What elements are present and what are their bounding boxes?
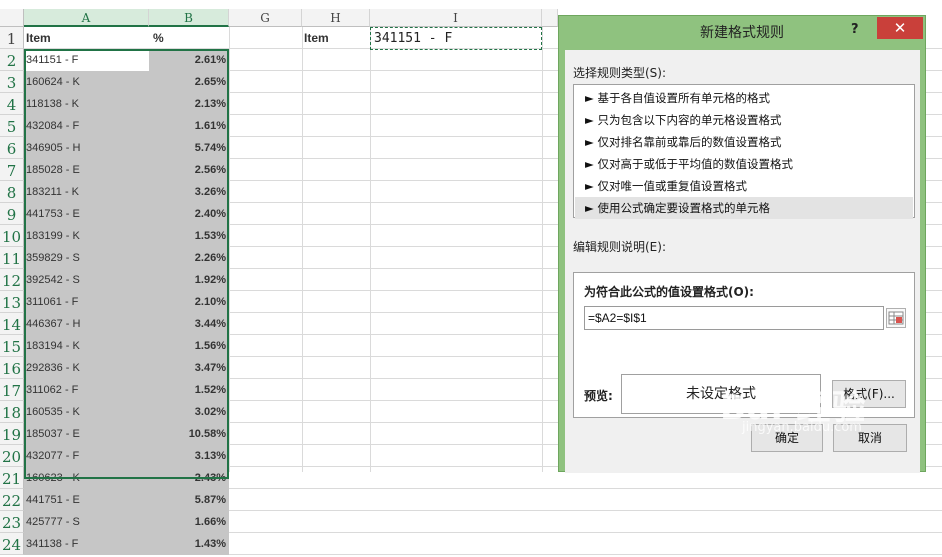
help-button[interactable]: ? xyxy=(851,22,859,37)
cell-percent[interactable]: 2.43% xyxy=(149,467,229,489)
cell-a1[interactable]: Item xyxy=(24,27,149,49)
column-header-h[interactable]: H xyxy=(302,9,370,27)
cell-item[interactable]: 446367 - H xyxy=(24,313,149,335)
cell-i1-copy-marquee[interactable]: 341151 - F xyxy=(370,27,542,50)
edit-rule-label: 编辑规则说明(E): xyxy=(573,240,666,254)
rule-type-item[interactable]: ► 仅对高于或低于平均值的数值设置格式 xyxy=(575,153,913,175)
row-header[interactable]: 13 xyxy=(0,291,24,313)
cell-percent[interactable]: 1.61% xyxy=(149,115,229,137)
cell-item[interactable]: 185037 - E xyxy=(24,423,149,445)
cell-percent[interactable]: 3.02% xyxy=(149,401,229,423)
cell-item[interactable]: 341151 - F xyxy=(24,49,149,71)
row-header[interactable]: 10 xyxy=(0,225,24,247)
row-header[interactable]: 24 xyxy=(0,533,24,555)
row-header[interactable]: 21 xyxy=(0,467,24,489)
rule-type-list[interactable]: ► 基于各自值设置所有单元格的格式 ► 只为包含以下内容的单元格设置格式 ► 仅… xyxy=(573,84,915,219)
rule-type-item[interactable]: ► 仅对排名靠前或靠后的数值设置格式 xyxy=(575,131,913,153)
cell-item[interactable]: 311061 - F xyxy=(24,291,149,313)
column-header-g[interactable]: G xyxy=(229,9,302,27)
cell-percent[interactable]: 2.40% xyxy=(149,203,229,225)
cell-item[interactable]: 160535 - K xyxy=(24,401,149,423)
cell-item[interactable]: 118138 - K xyxy=(24,93,149,115)
row-header[interactable]: 17 xyxy=(0,379,24,401)
cell-percent[interactable]: 5.87% xyxy=(149,489,229,511)
cell-percent[interactable]: 3.13% xyxy=(149,445,229,467)
cell-item[interactable]: 292836 - K xyxy=(24,357,149,379)
cell-percent[interactable]: 1.43% xyxy=(149,533,229,555)
formula-label: 为符合此公式的值设置格式(O): xyxy=(584,285,754,299)
cell-item[interactable]: 160624 - K xyxy=(24,71,149,93)
row-header[interactable]: 22 xyxy=(0,489,24,511)
row-header[interactable]: 11 xyxy=(0,247,24,269)
cell-percent[interactable]: 10.58% xyxy=(149,423,229,445)
cell-item[interactable]: 183211 - K xyxy=(24,181,149,203)
row-header[interactable]: 9 xyxy=(0,203,24,225)
cell-item[interactable]: 185028 - E xyxy=(24,159,149,181)
cell-percent[interactable]: 3.47% xyxy=(149,357,229,379)
preview-label: 预览: xyxy=(584,389,613,403)
cell-b1[interactable]: % xyxy=(149,27,229,49)
cell-item[interactable]: 432077 - F xyxy=(24,445,149,467)
cell-item[interactable]: 183194 - K xyxy=(24,335,149,357)
cell-item[interactable]: 392542 - S xyxy=(24,269,149,291)
row-header[interactable]: 12 xyxy=(0,269,24,291)
cell-percent[interactable]: 2.10% xyxy=(149,291,229,313)
cell-item[interactable]: 441753 - E xyxy=(24,203,149,225)
cell-item[interactable]: 359829 - S xyxy=(24,247,149,269)
row-header[interactable]: 5 xyxy=(0,115,24,137)
cell-percent[interactable]: 1.53% xyxy=(149,225,229,247)
row-header[interactable]: 16 xyxy=(0,357,24,379)
rule-type-item[interactable]: ► 只为包含以下内容的单元格设置格式 xyxy=(575,109,913,131)
row-header[interactable]: 1 xyxy=(0,27,24,49)
select-all-corner[interactable] xyxy=(0,9,24,27)
column-header-i[interactable]: I xyxy=(370,9,542,27)
rule-type-item[interactable]: ► 仅对唯一值或重复值设置格式 xyxy=(575,175,913,197)
row-header[interactable]: 23 xyxy=(0,511,24,533)
row-header[interactable]: 4 xyxy=(0,93,24,115)
cell-percent[interactable]: 3.26% xyxy=(149,181,229,203)
cell-percent[interactable]: 2.65% xyxy=(149,71,229,93)
cell-item[interactable]: 425777 - S xyxy=(24,511,149,533)
baidu-watermark-url: jingyan.baidu.com xyxy=(742,420,862,435)
range-select-icon[interactable] xyxy=(886,308,906,328)
row-header[interactable]: 3 xyxy=(0,71,24,93)
column-header-b[interactable]: B xyxy=(149,9,229,27)
column-header-l[interactable] xyxy=(542,9,558,27)
cell-percent[interactable]: 1.52% xyxy=(149,379,229,401)
cell-percent[interactable]: 2.26% xyxy=(149,247,229,269)
cell-item[interactable]: 183199 - K xyxy=(24,225,149,247)
cell-percent[interactable]: 1.66% xyxy=(149,511,229,533)
cell-percent[interactable]: 5.74% xyxy=(149,137,229,159)
cell-item[interactable]: 441751 - E xyxy=(24,489,149,511)
cell-percent[interactable]: 3.44% xyxy=(149,313,229,335)
rule-type-item-selected[interactable]: ► 使用公式确定要设置格式的单元格 xyxy=(575,197,913,219)
cell-item[interactable]: 432084 - F xyxy=(24,115,149,137)
cell-percent[interactable]: 1.56% xyxy=(149,335,229,357)
cell-item[interactable]: 346905 - H xyxy=(24,137,149,159)
close-button[interactable]: ✕ xyxy=(877,17,923,39)
row-header[interactable]: 2 xyxy=(0,49,24,71)
formula-input[interactable]: =$A2=$I$1 xyxy=(584,306,884,330)
row-header[interactable]: 19 xyxy=(0,423,24,445)
row-header[interactable]: 15 xyxy=(0,335,24,357)
rule-type-label: 选择规则类型(S): xyxy=(573,66,667,80)
cell-h1[interactable]: Item xyxy=(302,27,370,49)
row-header[interactable]: 20 xyxy=(0,445,24,467)
cell-percent[interactable]: 2.61% xyxy=(149,49,229,71)
cell-percent[interactable]: 2.56% xyxy=(149,159,229,181)
rule-type-item[interactable]: ► 基于各自值设置所有单元格的格式 xyxy=(575,87,913,109)
cell-percent[interactable]: 2.13% xyxy=(149,93,229,115)
column-header-a[interactable]: A xyxy=(24,9,149,27)
row-header[interactable]: 6 xyxy=(0,137,24,159)
row-header[interactable]: 14 xyxy=(0,313,24,335)
cell-item[interactable]: 160623 - K xyxy=(24,467,149,489)
cell-item[interactable]: 341138 - F xyxy=(24,533,149,555)
cell-item[interactable]: 311062 - F xyxy=(24,379,149,401)
row-header[interactable]: 7 xyxy=(0,159,24,181)
row-header[interactable]: 8 xyxy=(0,181,24,203)
dialog-title: 新建格式规则 xyxy=(700,25,784,41)
row-header[interactable]: 18 xyxy=(0,401,24,423)
cell-percent[interactable]: 1.92% xyxy=(149,269,229,291)
